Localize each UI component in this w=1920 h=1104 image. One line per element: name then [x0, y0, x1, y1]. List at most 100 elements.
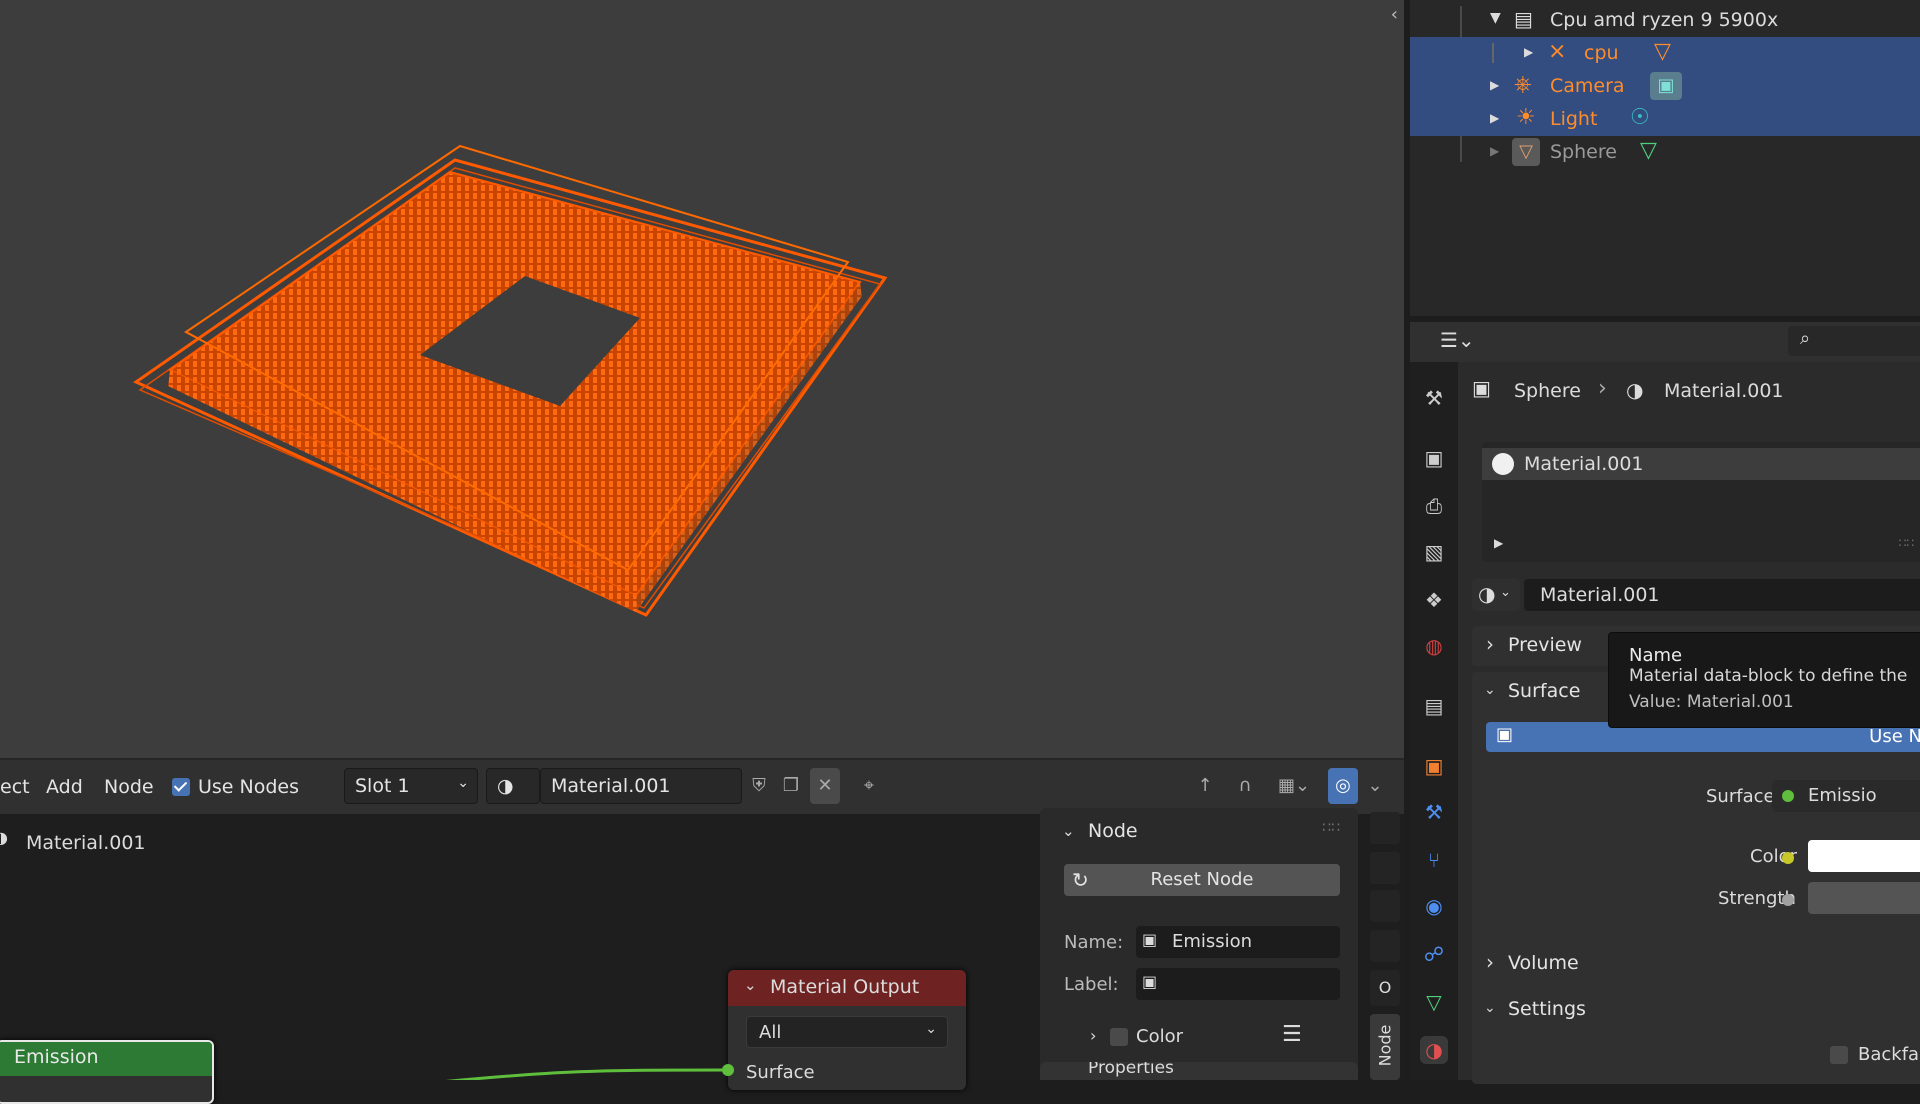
parent-node-tree-icon[interactable]: ↑ — [1190, 768, 1220, 804]
data-tab-icon[interactable]: ▽ — [1420, 988, 1448, 1016]
sidebar-tab-3[interactable] — [1370, 890, 1400, 922]
collapse-chevron-icon[interactable]: ⌄ — [1484, 1000, 1496, 1016]
physics-tab-icon[interactable]: ◉ — [1420, 892, 1448, 920]
pin-icon[interactable]: ⌖ — [854, 768, 884, 804]
collection-tab-icon[interactable]: ▤ — [1420, 692, 1448, 720]
settings-section-title[interactable]: Settings — [1508, 998, 1586, 1020]
node-name-field[interactable]: ▣ Emission — [1136, 926, 1340, 958]
volume-panel-header[interactable]: › Volume — [1472, 944, 1920, 982]
resize-handle-icon[interactable]: ∷∷ — [1899, 536, 1914, 550]
surface-shader-selector[interactable]: Emissio — [1772, 780, 1920, 812]
material-browse-dropdown[interactable]: ◑ — [486, 768, 540, 804]
strength-field[interactable] — [1808, 882, 1920, 914]
material-datablock-value: Material.001 — [1540, 584, 1660, 606]
collapse-chevron-icon[interactable]: ⌄ — [744, 976, 757, 994]
expand-triangle-icon[interactable]: ▶ — [1490, 111, 1499, 125]
view-layer-tab-icon[interactable]: ▧ — [1420, 538, 1448, 566]
material-slot-list[interactable]: Material.001 ▶ ∷∷ — [1482, 442, 1920, 562]
material-name-field[interactable]: Material.001 — [540, 768, 742, 804]
menu-select[interactable]: ect — [0, 776, 30, 798]
expand-triangle-icon[interactable]: ▶ — [1494, 536, 1503, 550]
expand-triangle-icon[interactable]: ▶ — [1490, 144, 1499, 158]
expand-triangle-icon[interactable]: ▼ — [1490, 10, 1501, 26]
reset-node-label: Reset Node — [1150, 869, 1254, 890]
node-panel-title: Node — [1088, 820, 1138, 842]
snap-grid-icon[interactable]: ▦⌄ — [1270, 768, 1318, 804]
material-sphere-icon: ◑ — [1626, 378, 1644, 402]
slot-dropdown[interactable]: Slot 1 ⌄ — [344, 768, 478, 804]
expand-triangle-icon[interactable]: ▶ — [1490, 78, 1499, 92]
light-data-icon[interactable]: ☉ — [1630, 105, 1650, 130]
color-presets-list-icon[interactable]: ☰ — [1282, 1022, 1302, 1047]
node-label-field[interactable]: ▣ — [1136, 968, 1340, 1000]
sidebar-tab-4[interactable] — [1370, 930, 1400, 962]
3d-viewport[interactable]: ‹ — [0, 0, 1404, 758]
output-target-dropdown[interactable]: All ⌄ — [746, 1016, 948, 1048]
drag-handle-icon[interactable]: ∷∷ — [1322, 820, 1340, 836]
use-nodes-checkbox[interactable] — [172, 778, 190, 796]
properties-search-field[interactable]: ⌕ — [1788, 326, 1920, 356]
camera-data-icon[interactable]: ▣ — [1650, 72, 1682, 100]
backface-culling-checkbox[interactable] — [1830, 1046, 1848, 1064]
snap-magnet-icon[interactable]: ∩ — [1230, 768, 1260, 804]
emission-node-title: Emission — [0, 1042, 212, 1076]
collapse-chevron-icon[interactable]: ⌄ — [1062, 822, 1075, 840]
mesh-data-icon[interactable]: ▽ — [1654, 39, 1671, 64]
modifier-wrench-icon[interactable]: ⚒ — [1420, 798, 1448, 826]
material-sphere-icon: ◑ — [1478, 582, 1496, 606]
properties-subpanel[interactable]: Properties — [1040, 1062, 1358, 1080]
output-target-value: All — [759, 1022, 782, 1043]
mesh-object-icon: ▽ — [1512, 138, 1540, 166]
color-checkbox[interactable] — [1110, 1028, 1128, 1046]
material-slot-label: Material.001 — [1524, 453, 1644, 475]
sidebar-tab-node[interactable]: Node — [1370, 1014, 1400, 1080]
menu-node[interactable]: Node — [104, 776, 154, 798]
constraints-tab-icon[interactable]: ☍ — [1420, 940, 1448, 968]
menu-add[interactable]: Add — [46, 776, 83, 798]
scene-tab-icon[interactable]: ❖ — [1420, 586, 1448, 614]
outliner-row-sphere[interactable]: ▶ ▽ Sphere ▽ — [1410, 136, 1920, 169]
material-datablock-field[interactable]: Material.001 — [1524, 579, 1920, 611]
editor-type-icon[interactable]: ☰⌄ — [1440, 328, 1475, 352]
expand-triangle-icon[interactable]: ▶ — [1524, 45, 1533, 59]
sidebar-tab-1[interactable] — [1370, 812, 1400, 844]
preview-section-title: Preview — [1508, 634, 1582, 656]
sidebar-tab-options[interactable]: O — [1370, 970, 1400, 1006]
output-tab-icon[interactable]: ⎙ — [1420, 492, 1448, 520]
material-browse-dropdown[interactable]: ◑ ⌄ — [1472, 579, 1520, 611]
object-icon: ▣ — [1472, 376, 1491, 400]
mesh-data-icon[interactable]: ▽ — [1640, 138, 1657, 163]
render-tab-icon[interactable]: ▣ — [1420, 444, 1448, 472]
overlay-toggle-icon[interactable]: ◎ — [1328, 768, 1358, 804]
surface-input-socket[interactable] — [722, 1064, 734, 1076]
world-tab-icon[interactable]: ◍ — [1420, 632, 1448, 660]
particles-tab-icon[interactable]: ⑂ — [1420, 846, 1448, 874]
collapse-chevron-icon[interactable]: ‹ — [1391, 4, 1398, 25]
surface-shader-value: Emissio — [1808, 785, 1877, 806]
tool-tab-icon[interactable]: ⚒ — [1420, 384, 1448, 412]
outliner-row-collection[interactable]: ▼ ▤ Cpu amd ryzen 9 5900x — [1410, 4, 1920, 37]
outliner-row-camera[interactable]: ▶ ⎈ Camera ▣ — [1410, 70, 1920, 103]
emission-node[interactable]: Emission — [0, 1040, 214, 1104]
shader-socket-icon — [1782, 790, 1794, 802]
outliner-row-cpu[interactable]: ▶ ⨯ cpu ▽ — [1410, 37, 1920, 70]
color-section-label: Color — [1136, 1026, 1183, 1047]
duplicate-icon[interactable]: ❐ — [776, 768, 806, 804]
material-output-node[interactable]: ⌄ Material Output All ⌄ Surface — [728, 970, 966, 1090]
value-socket-icon — [1782, 894, 1794, 906]
surface-section-title[interactable]: Surface — [1508, 680, 1580, 702]
reset-node-button[interactable]: ↻ Reset Node — [1064, 864, 1340, 896]
outliner-row-light[interactable]: ▶ ☀ Light ☉ — [1410, 103, 1920, 136]
expand-chevron-icon[interactable]: › — [1090, 1026, 1096, 1045]
collapse-chevron-icon[interactable]: ⌄ — [1484, 682, 1496, 698]
unlink-close-icon[interactable]: ✕ — [810, 768, 840, 804]
expand-chevron-icon: › — [1486, 950, 1494, 974]
color-swatch[interactable] — [1808, 840, 1920, 872]
fake-user-shield-icon[interactable]: ⛨ — [744, 768, 774, 804]
object-tab-icon[interactable]: ▣ — [1420, 752, 1448, 780]
overlay-dropdown-chevron-icon[interactable]: ⌄ — [1360, 768, 1390, 804]
material-output-title: Material Output — [770, 976, 920, 998]
sidebar-tab-2[interactable] — [1370, 852, 1400, 884]
material-tab-icon[interactable]: ◑ — [1420, 1036, 1448, 1064]
material-slot-row[interactable]: Material.001 — [1482, 448, 1920, 480]
